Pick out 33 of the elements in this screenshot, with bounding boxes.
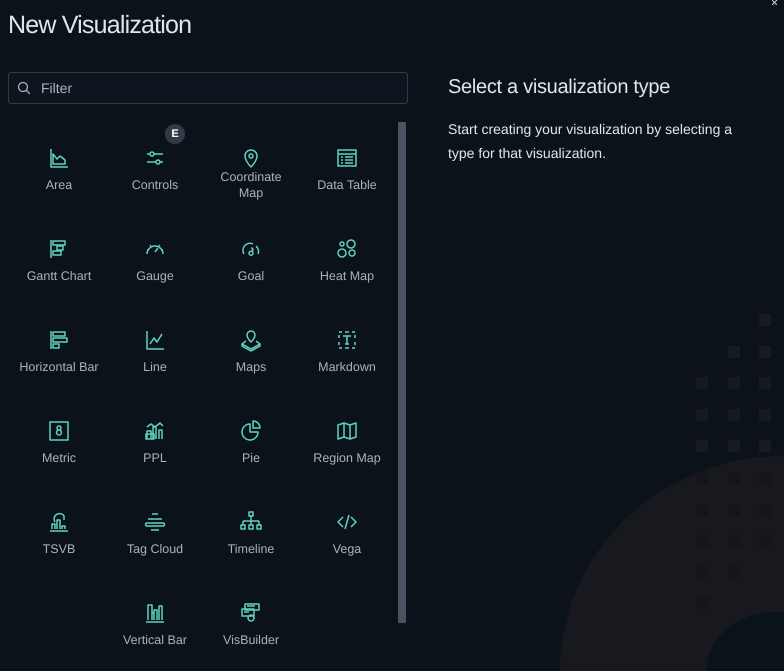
search-icon <box>17 81 31 95</box>
info-text: Start creating your visualization by selecting a type for that visualization. <box>448 120 734 163</box>
info-heading: Select a visualization type <box>448 76 672 99</box>
filter-field[interactable]: Filter <box>8 72 408 104</box>
beta-badge: E <box>165 124 185 144</box>
visualization-type-button[interactable]: TSVB <box>11 484 107 575</box>
visualization-type-button[interactable]: Tag Cloud <box>107 484 203 575</box>
modal-title: New Visualization <box>8 10 192 40</box>
pie-chart-icon <box>239 419 263 443</box>
visualization-type-button[interactable]: Markdown <box>299 302 395 393</box>
visualization-type-button[interactable]: Coordinate Map <box>203 120 299 211</box>
visualization-type-button[interactable]: Vertical Bar <box>107 575 203 666</box>
visualization-type-button[interactable]: Horizontal Bar <box>11 302 107 393</box>
visualization-type-button[interactable]: E Controls <box>107 120 203 211</box>
visualization-type-button[interactable]: Heat Map <box>299 211 395 302</box>
metric-icon <box>47 419 71 443</box>
visualization-type-button[interactable]: Line <box>107 302 203 393</box>
visualization-type-button[interactable]: VisBuilder <box>203 575 299 666</box>
visualization-type-button[interactable]: PPL <box>107 393 203 484</box>
visualization-type-button[interactable]: Gauge <box>107 211 203 302</box>
visualization-type-button[interactable]: Area <box>11 120 107 211</box>
visualization-type-button[interactable]: Gantt Chart <box>11 211 107 302</box>
visualization-type-button[interactable]: Region Map <box>299 393 395 484</box>
visualization-type-button[interactable]: Vega <box>299 484 395 575</box>
visualization-type-button[interactable]: Timeline <box>203 484 299 575</box>
visualization-type-button[interactable]: Maps <box>203 302 299 393</box>
visualization-type-button[interactable]: Goal <box>203 211 299 302</box>
visualization-type-button[interactable]: Metric <box>11 393 107 484</box>
close-icon[interactable] <box>772 0 780 5</box>
visualization-type-button[interactable]: Data Table <box>299 120 395 211</box>
layered-map-icon <box>239 328 263 352</box>
stacked-bars-icon <box>47 510 71 534</box>
visualization-type-button[interactable]: Pie <box>203 393 299 484</box>
